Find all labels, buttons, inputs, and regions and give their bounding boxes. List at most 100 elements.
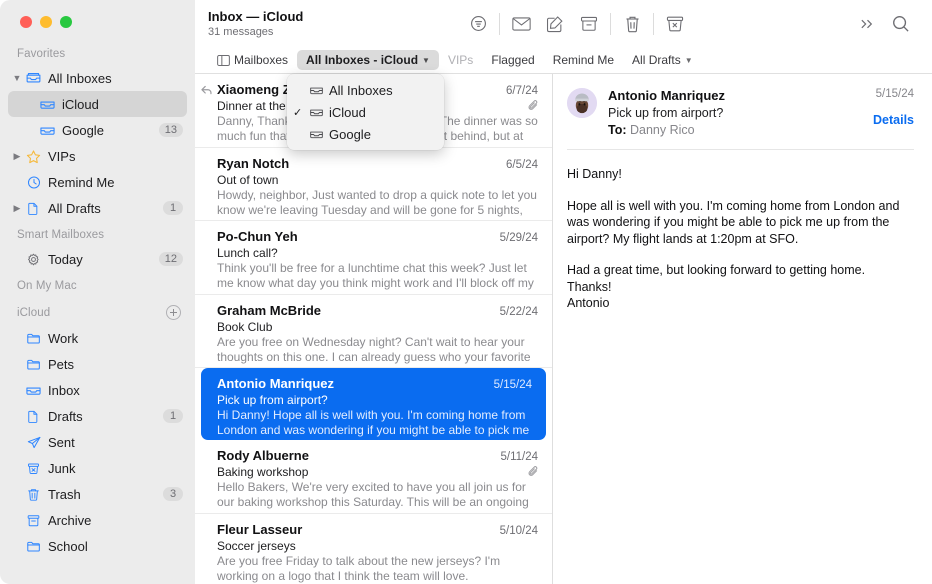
- filter-tab-all-drafts[interactable]: All Drafts▼: [623, 50, 702, 70]
- sender-name: Antonio Manriquez: [608, 88, 865, 103]
- details-link[interactable]: Details: [873, 113, 914, 127]
- sidebar-item-pets[interactable]: Pets: [8, 351, 187, 377]
- chevron-down-icon[interactable]: ▼: [422, 56, 430, 65]
- message-meta: Antonio Manriquez Pick up from airport? …: [608, 88, 865, 137]
- message-subject: Soccer jerseys: [217, 539, 538, 553]
- dropdown-item-label: iCloud: [329, 105, 366, 120]
- mailbox-dropdown-menu[interactable]: All Inboxes ✓iCloudGoogle: [287, 74, 444, 150]
- chevron-down-icon[interactable]: ▼: [685, 56, 693, 65]
- add-mailbox-button[interactable]: [166, 305, 181, 320]
- inbox-icon: [309, 128, 329, 141]
- dropdown-item-all-inboxes[interactable]: All Inboxes: [287, 79, 444, 101]
- message-header: Antonio Manriquez Pick up from airport? …: [553, 74, 932, 137]
- sidebar-item-vips[interactable]: ▶VIPs: [8, 143, 187, 169]
- chevron-down-icon[interactable]: ▼: [10, 74, 24, 83]
- dropdown-item-google[interactable]: Google: [287, 123, 444, 145]
- message-date: 6/5/24: [500, 159, 538, 171]
- to-label: To:: [608, 123, 627, 137]
- inbox-icon: [24, 383, 43, 398]
- minimize-button[interactable]: [40, 16, 52, 28]
- filter-tab-all-inboxes-icloud[interactable]: All Inboxes - iCloud▼: [297, 50, 439, 70]
- sidebar-item-label: iCloud: [62, 97, 187, 112]
- message-row-top: Fleur Lasseur5/10/24: [217, 522, 538, 537]
- message-date: 5/22/24: [494, 306, 538, 318]
- search-icon[interactable]: [884, 9, 918, 39]
- chevron-right-icon[interactable]: ▶: [10, 204, 24, 213]
- archive-icon: [24, 513, 43, 528]
- dropdown-item-label: All Inboxes: [329, 83, 393, 98]
- message-preview: Hello Bakers, We're very excited to have…: [217, 480, 538, 510]
- message-date: 5/15/24: [873, 88, 914, 100]
- trash-icon[interactable]: [615, 9, 649, 39]
- body-paragraph: Hope all is well with you. I'm coming ho…: [567, 198, 914, 248]
- message-list[interactable]: Xiaomeng Zhang6/7/24Dinner at the beachD…: [195, 74, 553, 584]
- attachment-icon: [528, 465, 539, 478]
- inbox-icon: [38, 97, 57, 112]
- page-title: Inbox — iCloud: [208, 10, 303, 25]
- filter-tab-mailboxes[interactable]: Mailboxes: [208, 50, 297, 70]
- message-list-item[interactable]: Fleur Lasseur5/10/24Soccer jerseysAre yo…: [195, 514, 552, 584]
- sidebar-item-label: Archive: [48, 513, 187, 528]
- message-list-item[interactable]: Graham McBride5/22/24Book ClubAre you fr…: [195, 295, 552, 369]
- toolbar-divider-3: [653, 13, 654, 35]
- sidebar-item-trash[interactable]: Trash3: [8, 481, 187, 507]
- message-subject: Lunch call?: [217, 246, 538, 260]
- document-icon: [24, 409, 43, 424]
- sidebar-item-sent[interactable]: Sent: [8, 429, 187, 455]
- sidebar-item-all-drafts[interactable]: ▶All Drafts1: [8, 195, 187, 221]
- inboxes-icon: [24, 71, 43, 86]
- sidebar-item-school[interactable]: School: [8, 533, 187, 559]
- sidebar-section-header: Favorites: [0, 40, 195, 65]
- junk-icon[interactable]: [658, 9, 692, 39]
- attachment-icon: [528, 99, 539, 112]
- archive-icon[interactable]: [572, 9, 606, 39]
- filter-icon[interactable]: [461, 9, 495, 39]
- message-sender: Fleur Lasseur: [217, 522, 494, 537]
- more-chevrons-icon[interactable]: [850, 9, 884, 39]
- message-preview: Howdy, neighbor, Just wanted to drop a q…: [217, 188, 538, 218]
- unread-badge: 1: [163, 409, 183, 423]
- message-sender: Ryan Notch: [217, 156, 500, 171]
- sidebar-item-label: All Drafts: [48, 201, 163, 216]
- sidebar-item-junk[interactable]: Junk: [8, 455, 187, 481]
- filter-tab-remind-me[interactable]: Remind Me: [544, 50, 623, 70]
- content-area: Xiaomeng Zhang6/7/24Dinner at the beachD…: [195, 74, 932, 584]
- sidebar-item-work[interactable]: Work: [8, 325, 187, 351]
- sidebar-item-label: Inbox: [48, 383, 187, 398]
- message-list-item[interactable]: Po-Chun Yeh5/29/24Lunch call?Think you'l…: [195, 221, 552, 295]
- sidebar-item-inbox[interactable]: Inbox: [8, 377, 187, 403]
- sidebar-item-label: Today: [48, 252, 159, 267]
- filter-tab-flagged[interactable]: Flagged: [482, 50, 543, 70]
- sidebar-item-drafts[interactable]: Drafts1: [8, 403, 187, 429]
- chevron-right-icon[interactable]: ▶: [10, 152, 24, 161]
- mail-icon[interactable]: [504, 9, 538, 39]
- reading-pane: Antonio Manriquez Pick up from airport? …: [553, 74, 932, 584]
- sidebar-item-today[interactable]: Today12: [8, 246, 187, 272]
- sidebar-item-all-inboxes[interactable]: ▼All Inboxes: [8, 65, 187, 91]
- message-subject: Book Club: [217, 320, 538, 334]
- sidebar-section-header: iCloud: [0, 297, 195, 325]
- sidebar-item-icloud[interactable]: iCloud: [8, 91, 187, 117]
- sidebar-item-label: Sent: [48, 435, 187, 450]
- message-date: 5/11/24: [494, 451, 538, 463]
- sidebar-item-label: Pets: [48, 357, 187, 372]
- dropdown-item-icloud[interactable]: ✓iCloud: [287, 101, 444, 123]
- sidebar-item-archive[interactable]: Archive: [8, 507, 187, 533]
- sidebar-section-header: Smart Mailboxes: [0, 221, 195, 246]
- message-list-item[interactable]: Antonio Manriquez5/15/24Pick up from air…: [201, 368, 546, 440]
- star-icon: [24, 149, 43, 164]
- sidebar-section-label: Favorites: [17, 48, 65, 60]
- sidebar-item-remind-me[interactable]: Remind Me: [8, 169, 187, 195]
- message-list-item[interactable]: Ryan Notch6/5/24Out of townHowdy, neighb…: [195, 148, 552, 222]
- message-subject: Pick up from airport?: [217, 393, 532, 407]
- sidebar-section-label: Smart Mailboxes: [17, 229, 104, 241]
- message-sender: Rody Albuerne: [217, 448, 494, 463]
- window-controls: [0, 0, 195, 40]
- compose-icon[interactable]: [538, 9, 572, 39]
- close-button[interactable]: [20, 16, 32, 28]
- sidebar-item-google[interactable]: Google13: [8, 117, 187, 143]
- message-date: 5/15/24: [488, 379, 532, 391]
- message-list-item[interactable]: Rody Albuerne5/11/24Baking workshopHello…: [195, 440, 552, 514]
- filter-tab-vips[interactable]: VIPs: [439, 50, 482, 70]
- zoom-button[interactable]: [60, 16, 72, 28]
